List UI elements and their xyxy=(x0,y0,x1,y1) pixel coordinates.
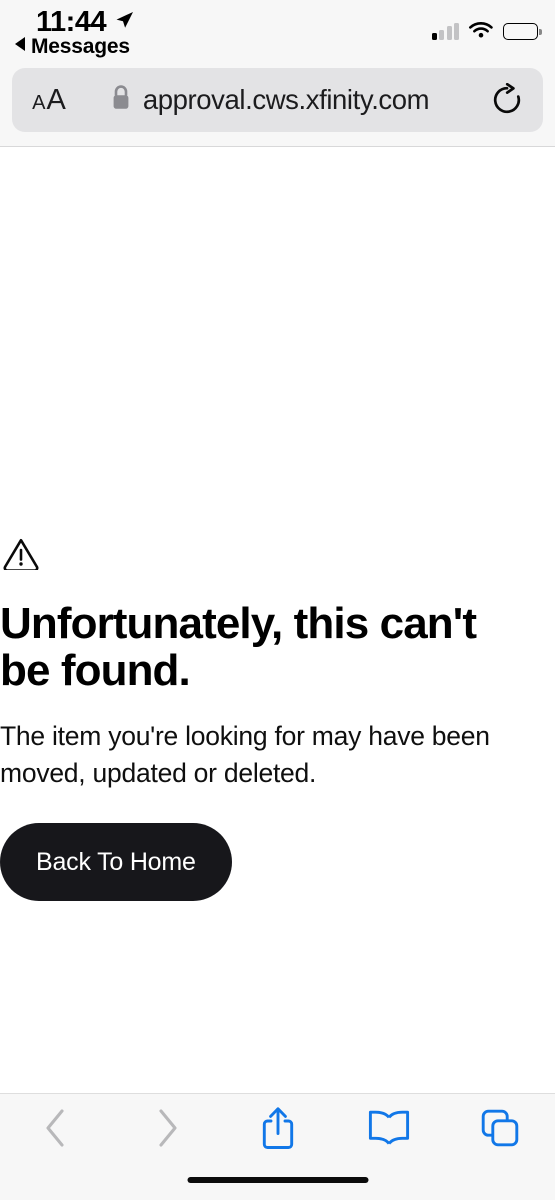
mobile-safari-screen: 11:44 Messages A A approval.cws.xfinity.… xyxy=(0,0,555,1200)
back-caret-icon xyxy=(14,36,26,57)
status-bar-left: 11:44 xyxy=(36,8,135,37)
wifi-icon xyxy=(468,19,494,43)
browser-toolbar xyxy=(0,1093,555,1200)
url-display[interactable]: approval.cws.xfinity.com xyxy=(68,84,471,116)
browser-toolbar-row xyxy=(0,1094,555,1162)
status-bar-right xyxy=(431,19,542,43)
toolbar-forward-button[interactable] xyxy=(111,1094,222,1162)
toolbar-bookmarks-button[interactable] xyxy=(333,1094,444,1162)
warning-triangle-icon xyxy=(3,537,537,575)
chevron-left-icon xyxy=(45,1109,64,1147)
text-size-large-a: A xyxy=(46,83,66,116)
cellular-signal-icon xyxy=(431,22,459,40)
browser-chrome: 11:44 Messages A A approval.cws.xfinity.… xyxy=(0,0,555,147)
status-bar: 11:44 Messages xyxy=(0,0,555,62)
toolbar-back-button[interactable] xyxy=(0,1094,111,1162)
status-bar-clock: 11:44 xyxy=(36,6,107,38)
tabs-icon xyxy=(481,1109,518,1147)
page-content: Unfortunately, this can't be found. The … xyxy=(0,148,555,1093)
home-indicator xyxy=(187,1177,368,1183)
reload-button[interactable] xyxy=(471,83,543,117)
toolbar-share-button[interactable] xyxy=(222,1094,333,1162)
reload-icon xyxy=(493,83,521,114)
book-icon xyxy=(368,1110,409,1145)
back-to-messages-link[interactable]: Messages xyxy=(14,36,130,57)
share-icon xyxy=(262,1107,293,1149)
back-to-home-button[interactable]: Back To Home xyxy=(0,823,232,902)
url-text: approval.cws.xfinity.com xyxy=(142,84,430,115)
chevron-right-icon xyxy=(158,1109,177,1147)
battery-icon xyxy=(503,22,542,40)
error-message-block: Unfortunately, this can't be found. The … xyxy=(0,537,555,902)
back-to-messages-label: Messages xyxy=(31,35,130,58)
toolbar-tabs-button[interactable] xyxy=(444,1094,555,1162)
location-arrow-icon xyxy=(113,9,135,36)
text-size-small-a: A xyxy=(32,91,46,114)
page-title: Unfortunately, this can't be found. xyxy=(0,599,477,696)
lock-icon xyxy=(110,84,132,116)
url-bar[interactable]: AA approval.cws.xfinity.com xyxy=(12,68,543,132)
error-description: The item you're looking for may have bee… xyxy=(0,721,490,788)
